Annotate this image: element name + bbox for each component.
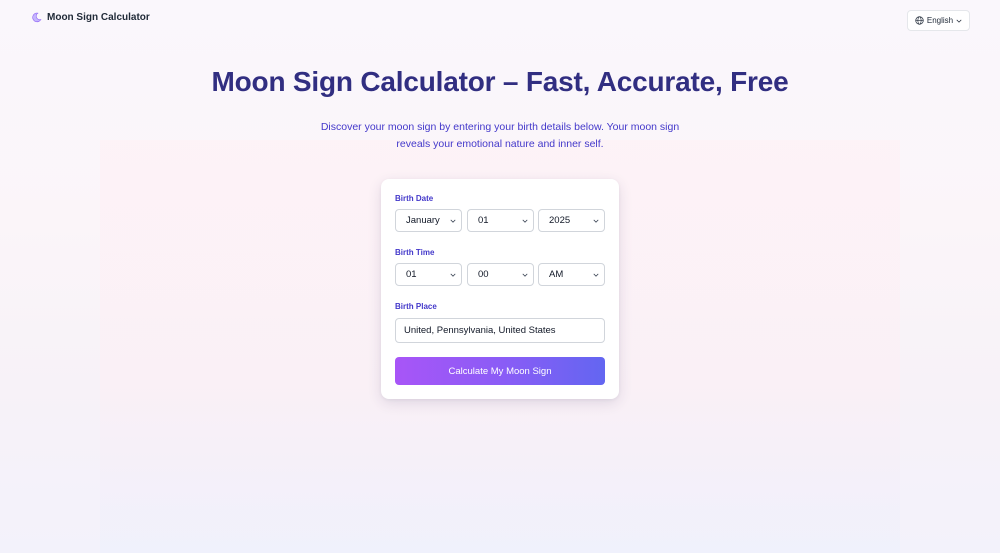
chevron-down-icon [956, 19, 962, 23]
birth-year-value: 2025 [549, 215, 571, 226]
globe-icon [915, 16, 924, 25]
birth-day-select[interactable]: 01 [467, 209, 534, 232]
birth-date-label: Birth Date [395, 194, 434, 203]
calculate-button-label: Calculate My Moon Sign [448, 365, 552, 377]
top-header: Moon Sign Calculator English [0, 0, 1000, 42]
birth-period-value: AM [549, 269, 564, 280]
birth-place-label: Birth Place [395, 302, 437, 311]
birth-hour-value: 01 [406, 269, 417, 280]
birth-year-select[interactable]: 2025 [538, 209, 605, 232]
birth-time-label: Birth Time [395, 248, 435, 257]
brand-name: Moon Sign Calculator [47, 12, 150, 23]
birth-place-value: United, Pennsylvania, United States [404, 325, 556, 336]
birth-day-value: 01 [478, 215, 489, 226]
birth-place-input[interactable]: United, Pennsylvania, United States [395, 318, 605, 343]
birth-month-value: January [406, 215, 440, 226]
birth-minute-select[interactable]: 00 [467, 263, 534, 286]
birth-period-select[interactable]: AM [538, 263, 605, 286]
chevron-down-icon [450, 273, 456, 277]
birth-hour-select[interactable]: 01 [395, 263, 462, 286]
birth-minute-value: 00 [478, 269, 489, 280]
language-label: English [926, 16, 954, 25]
chevron-down-icon [522, 219, 528, 223]
moon-icon [32, 12, 42, 23]
chevron-down-icon [593, 219, 599, 223]
birth-month-select[interactable]: January [395, 209, 462, 232]
chevron-down-icon [593, 273, 599, 277]
calculate-button[interactable]: Calculate My Moon Sign [395, 357, 605, 385]
subtitle-line-1: Discover your moon sign by entering your… [320, 121, 680, 133]
chevron-down-icon [450, 219, 456, 223]
moon-sign-form: Birth Date January 01 2025 Birth Time 01… [381, 179, 619, 399]
page-title: Moon Sign Calculator – Fast, Accurate, F… [211, 66, 789, 97]
chevron-down-icon [522, 273, 528, 277]
language-selector[interactable]: English [907, 10, 970, 31]
page-subtitle: Discover your moon sign by entering your… [300, 119, 700, 153]
brand[interactable]: Moon Sign Calculator [31, 12, 150, 23]
subtitle-line-2: reveals your emotional nature and inner … [396, 138, 604, 150]
